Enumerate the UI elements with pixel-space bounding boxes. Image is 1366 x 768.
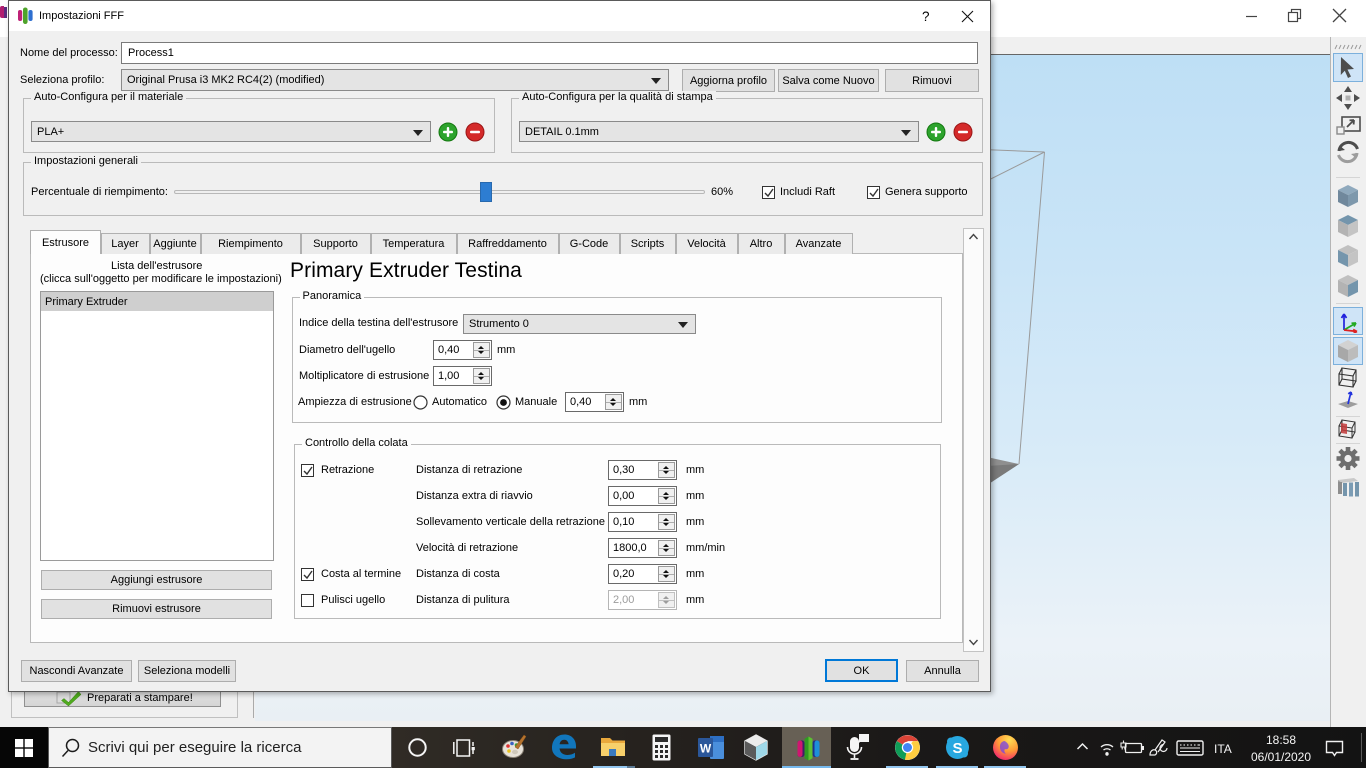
svg-text:S: S <box>952 740 962 757</box>
svg-text:W: W <box>700 742 712 756</box>
